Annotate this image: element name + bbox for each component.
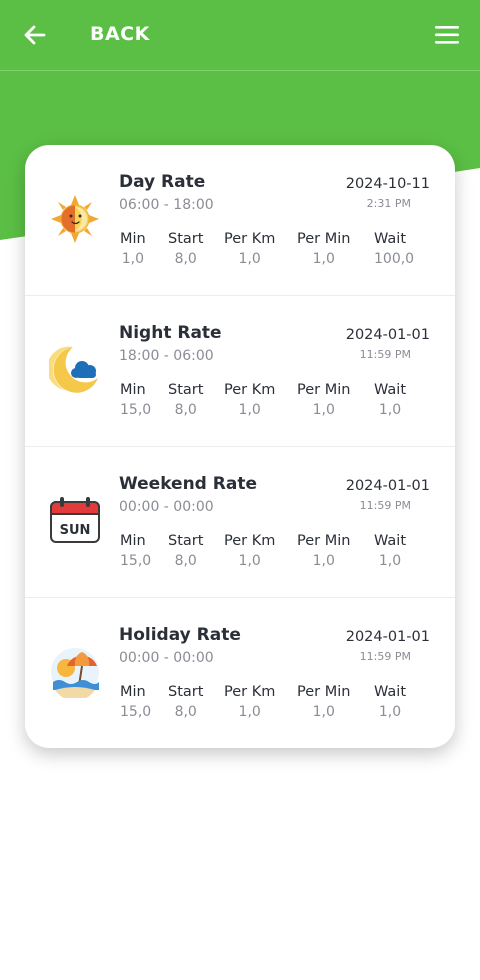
metric-start: Start 8,0: [168, 533, 203, 569]
rate-time-range: 06:00 - 18:00: [119, 197, 214, 213]
rate-time: 11:59 PM: [359, 348, 411, 361]
metric-per-min: Per Min 1,0: [297, 382, 350, 418]
rate-title: Day Rate: [119, 172, 206, 192]
back-button[interactable]: BACK: [90, 23, 150, 45]
metric-label: Wait: [374, 533, 407, 549]
metric-value: 15,0: [120, 553, 152, 569]
metric-per-min: Per Min 1,0: [297, 684, 350, 720]
metric-value: 1,0: [378, 553, 402, 569]
metric-label: Min: [120, 684, 146, 700]
rate-date: 2024-01-01: [345, 478, 430, 494]
metric-min: Min 1,0: [120, 231, 146, 267]
metric-per-min: Per Min 1,0: [297, 231, 350, 267]
metric-per-km: Per Km 1,0: [224, 533, 275, 569]
metric-label: Per Km: [224, 382, 276, 398]
metric-min: Min 15,0: [120, 533, 151, 569]
metric-value: 1,0: [378, 704, 402, 720]
rate-time: 11:59 PM: [359, 650, 411, 663]
rate-time: 11:59 PM: [359, 499, 411, 512]
metric-per-km: Per Km 1,0: [224, 382, 275, 418]
metric-start: Start 8,0: [168, 231, 203, 267]
rate-date: 2024-10-11: [345, 176, 430, 192]
metric-value: 8,0: [174, 704, 197, 720]
metric-per-min: Per Min 1,0: [297, 533, 350, 569]
metric-start: Start 8,0: [168, 382, 203, 418]
metric-label: Per Min: [297, 684, 351, 700]
calendar-sun-icon: SUN: [50, 497, 100, 543]
metric-value: 1,0: [312, 402, 335, 418]
metric-label: Per Km: [224, 231, 276, 247]
metric-label: Per Min: [297, 231, 351, 247]
metric-label: Start: [168, 231, 204, 247]
metric-wait: Wait 1,0: [374, 684, 406, 720]
metric-per-km: Per Km 1,0: [224, 231, 275, 267]
metric-value: 8,0: [174, 251, 197, 267]
metric-wait: Wait 100,0: [374, 231, 414, 267]
metric-label: Min: [120, 382, 146, 398]
arrow-left-icon[interactable]: [22, 22, 48, 48]
metric-value: 100,0: [374, 251, 415, 267]
metric-min: Min 15,0: [120, 382, 151, 418]
rate-time: 2:31 PM: [366, 197, 411, 210]
metric-label: Per Min: [297, 382, 351, 398]
rates-card: Day Rate 06:00 - 18:00 2024-10-11 2:31 P…: [25, 145, 455, 748]
metric-per-km: Per Km 1,0: [224, 684, 275, 720]
metric-label: Start: [168, 382, 204, 398]
metric-wait: Wait 1,0: [374, 533, 406, 569]
metric-wait: Wait 1,0: [374, 382, 406, 418]
metric-value: 1,0: [238, 251, 261, 267]
metric-value: 15,0: [120, 402, 152, 418]
metric-label: Per Min: [297, 533, 351, 549]
rate-title: Night Rate: [119, 323, 222, 343]
hamburger-menu-icon[interactable]: [434, 24, 460, 46]
moon-cloud-icon: [49, 346, 98, 393]
rate-time-range: 00:00 - 00:00: [119, 650, 214, 666]
sun-icon: [51, 195, 99, 243]
metric-label: Start: [168, 533, 204, 549]
metric-label: Start: [168, 684, 204, 700]
rate-time-range: 18:00 - 06:00: [119, 348, 214, 364]
rate-item-weekend[interactable]: SUN Weekend Rate 00:00 - 00:00 2024-01-0…: [25, 447, 455, 598]
rate-item-night[interactable]: Night Rate 18:00 - 06:00 2024-01-01 11:5…: [25, 296, 455, 447]
metric-value: 1,0: [378, 402, 402, 418]
metric-label: Wait: [374, 684, 407, 700]
calendar-day-label: SUN: [60, 523, 91, 538]
metric-value: 1,0: [312, 251, 335, 267]
rate-date: 2024-01-01: [345, 327, 430, 343]
metric-value: 8,0: [174, 402, 197, 418]
metric-label: Min: [120, 231, 146, 247]
rate-date: 2024-01-01: [345, 629, 430, 645]
beach-umbrella-icon: [51, 648, 99, 698]
metric-value: 15,0: [120, 704, 152, 720]
metric-label: Wait: [374, 382, 407, 398]
metric-label: Per Km: [224, 684, 276, 700]
rate-time-range: 00:00 - 00:00: [119, 499, 214, 515]
metric-value: 1,0: [238, 704, 261, 720]
rate-item-holiday[interactable]: Holiday Rate 00:00 - 00:00 2024-01-01 11…: [25, 598, 455, 748]
rate-title: Weekend Rate: [119, 474, 257, 494]
metric-value: 8,0: [174, 553, 197, 569]
rate-title: Holiday Rate: [119, 625, 241, 645]
metric-value: 1,0: [121, 251, 144, 267]
top-bar: BACK: [0, 0, 480, 71]
metric-value: 1,0: [312, 553, 335, 569]
rate-item-day[interactable]: Day Rate 06:00 - 18:00 2024-10-11 2:31 P…: [25, 145, 455, 296]
metric-label: Wait: [374, 231, 407, 247]
metric-start: Start 8,0: [168, 684, 203, 720]
metric-min: Min 15,0: [120, 684, 151, 720]
metric-value: 1,0: [238, 402, 261, 418]
metric-value: 1,0: [238, 553, 261, 569]
metric-label: Min: [120, 533, 146, 549]
metric-label: Per Km: [224, 533, 276, 549]
metric-value: 1,0: [312, 704, 335, 720]
